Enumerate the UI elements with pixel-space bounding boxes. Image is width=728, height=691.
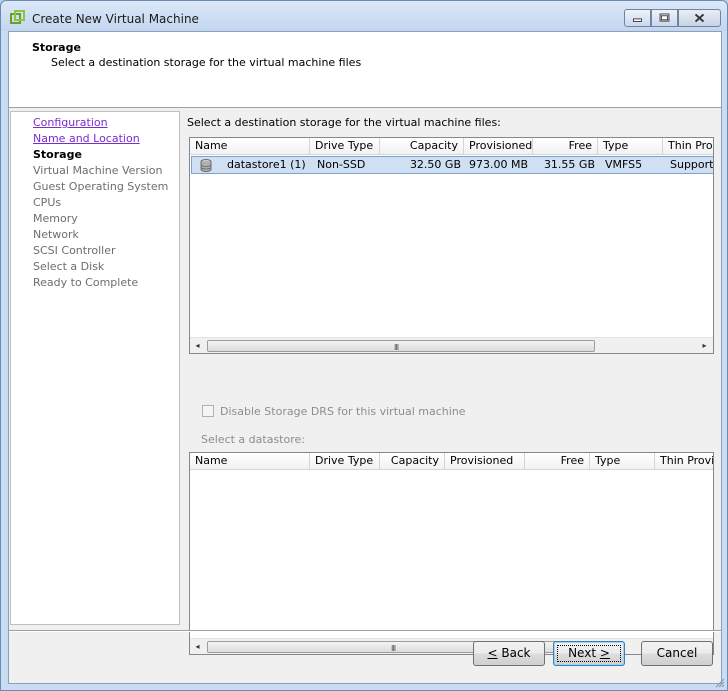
scroll-right-icon[interactable]: ▸ xyxy=(700,341,709,350)
close-button[interactable] xyxy=(678,9,721,27)
select-datastore-label: Select a datastore: xyxy=(201,433,305,446)
footer-divider xyxy=(9,630,721,632)
scroll-grip: III xyxy=(394,343,399,352)
next-button[interactable]: Next > xyxy=(553,641,625,666)
col-capacity[interactable]: Capacity xyxy=(380,138,464,155)
back-button[interactable]: < Back xyxy=(473,641,545,666)
col-thin-provisioning[interactable]: Thin Provi xyxy=(655,453,713,470)
col-free[interactable]: Free xyxy=(525,453,590,470)
col-capacity[interactable]: Capacity xyxy=(380,453,445,470)
cancel-button[interactable]: Cancel xyxy=(641,641,713,666)
col-type[interactable]: Type xyxy=(598,138,663,155)
page-title: Storage xyxy=(32,41,81,54)
storage-prompt: Select a destination storage for the vir… xyxy=(187,116,501,129)
scroll-grip: III xyxy=(391,644,396,653)
maximize-icon xyxy=(659,13,670,22)
page-subtitle: Select a destination storage for the vir… xyxy=(51,56,362,69)
wizard-body: Storage Select a destination storage for… xyxy=(8,31,722,684)
vsphere-app-icon xyxy=(10,10,25,24)
col-name[interactable]: Name xyxy=(190,138,310,155)
storage-table-scrollbar[interactable]: ◂ III ▸ xyxy=(190,337,713,353)
disable-drs-label: Disable Storage DRS for this virtual mac… xyxy=(220,405,466,418)
datastore-icon xyxy=(200,159,212,172)
storage-panel: Select a destination storage for the vir… xyxy=(187,114,721,655)
datastore-table[interactable]: Name Drive Type Capacity Provisioned Fre… xyxy=(189,452,714,655)
title-bar[interactable]: Create New Virtual Machine xyxy=(1,1,727,31)
step-configuration[interactable]: Configuration xyxy=(33,116,108,129)
window-title: Create New Virtual Machine xyxy=(32,12,199,26)
step-scsi-controller: SCSI Controller xyxy=(33,244,116,257)
window-controls xyxy=(624,9,721,27)
col-provisioned[interactable]: Provisioned xyxy=(445,453,525,470)
scroll-thumb[interactable]: III xyxy=(207,340,595,352)
datastore-table-scrollbar[interactable]: ◂ III ▸ xyxy=(190,638,713,654)
wizard-header: Storage Select a destination storage for… xyxy=(9,32,721,108)
step-name-and-location[interactable]: Name and Location xyxy=(33,132,140,145)
col-provisioned[interactable]: Provisioned xyxy=(464,138,533,155)
datastore-table-header: Name Drive Type Capacity Provisioned Fre… xyxy=(190,453,713,470)
col-drive-type[interactable]: Drive Type xyxy=(310,138,380,155)
back-label: Back xyxy=(497,646,531,660)
wizard-window: Create New Virtual Machine Storage Selec… xyxy=(0,0,728,691)
step-cpus: CPUs xyxy=(33,196,62,209)
resize-grip-icon[interactable] xyxy=(713,676,725,688)
cell-name: datastore1 (1) xyxy=(227,158,306,171)
cell-drive-type: Non-SSD xyxy=(317,158,366,171)
step-network: Network xyxy=(33,228,79,241)
step-storage: Storage xyxy=(33,148,82,161)
close-icon xyxy=(694,13,705,23)
back-mnemonic: < xyxy=(487,646,498,660)
scroll-left-icon[interactable]: ◂ xyxy=(193,341,202,350)
col-name[interactable]: Name xyxy=(190,453,310,470)
cell-provisioned: 973.00 MB xyxy=(469,158,529,171)
col-drive-type[interactable]: Drive Type xyxy=(310,453,380,470)
maximize-button[interactable] xyxy=(651,9,678,27)
disable-drs-checkbox[interactable] xyxy=(202,405,214,417)
col-type[interactable]: Type xyxy=(590,453,655,470)
cell-type: VMFS5 xyxy=(605,158,643,171)
col-thin-provisioning[interactable]: Thin Prov xyxy=(663,138,713,155)
step-ready-to-complete: Ready to Complete xyxy=(33,276,139,289)
col-free[interactable]: Free xyxy=(533,138,598,155)
minimize-button[interactable] xyxy=(624,9,651,27)
wizard-steps-nav: Configuration Name and Location Storage … xyxy=(10,111,180,625)
step-memory: Memory xyxy=(33,212,78,225)
cell-thin-provisioning: Supporte xyxy=(670,158,714,171)
storage-table-header: Name Drive Type Capacity Provisioned Fre… xyxy=(190,138,713,155)
step-vm-version: Virtual Machine Version xyxy=(33,164,163,177)
step-select-disk: Select a Disk xyxy=(33,260,105,273)
minimize-icon xyxy=(633,18,642,22)
cell-capacity: 32.50 GB xyxy=(409,158,461,171)
table-row[interactable]: datastore1 (1) Non-SSD 32.50 GB 973.00 M… xyxy=(191,156,714,174)
cell-free: 31.55 GB xyxy=(543,158,595,171)
scroll-left-icon[interactable]: ◂ xyxy=(193,642,202,651)
focus-rect xyxy=(557,645,621,662)
step-guest-os: Guest Operating System xyxy=(33,180,169,193)
storage-table[interactable]: Name Drive Type Capacity Provisioned Fre… xyxy=(189,137,714,354)
